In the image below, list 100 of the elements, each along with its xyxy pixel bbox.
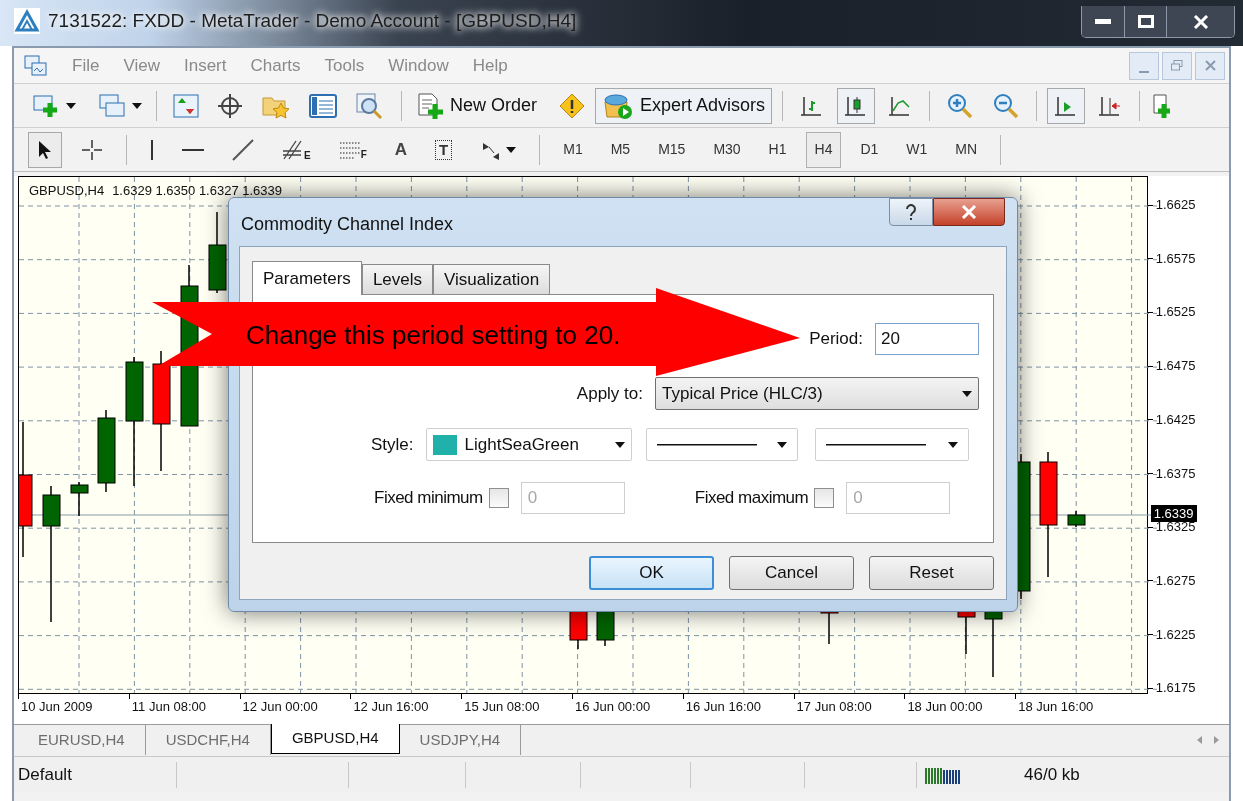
time-label: 16 Jun 00:00 [575, 698, 651, 716]
hatched-lines-icon [282, 138, 304, 161]
app-logo-icon [14, 8, 40, 34]
crosshair-icon [217, 92, 243, 119]
time-label: 17 Jun 08:00 [796, 698, 872, 716]
chart-type-button[interactable] [837, 87, 876, 124]
mdi-minimize-button[interactable] [1129, 51, 1159, 80]
restore-icon [1171, 60, 1183, 71]
timeframe-button[interactable]: W1 [897, 131, 937, 168]
time-label: 12 Jun 16:00 [353, 698, 429, 716]
price-label: 1.6575 [1155, 249, 1196, 268]
dropdown-caret-icon [66, 102, 76, 109]
dialog-button[interactable]: OK [589, 556, 714, 590]
dotted-levels-icon [338, 139, 361, 160]
time-label: 18 Jun 16:00 [1018, 698, 1094, 716]
window-title: 7131522: FXDD - MetaTrader - Demo Account - [GBPUSD,H4] [48, 9, 577, 33]
callout-text: Change this period setting to 20. [246, 319, 621, 352]
time-label: 12 Jun 00:00 [242, 698, 318, 716]
dialog-button[interactable]: Reset [869, 556, 994, 590]
apply-to-select[interactable]: Typical Price (HLC/3) [655, 377, 979, 410]
close-icon [961, 205, 977, 219]
minimize-icon [1139, 70, 1149, 73]
chart-scroll-button[interactable] [1047, 87, 1086, 124]
minimize-icon [1095, 19, 1111, 24]
time-label: 10 Jun 2009 [21, 698, 93, 716]
text-tool[interactable]: A [385, 131, 417, 168]
close-button[interactable] [1166, 6, 1234, 37]
dialog-tab[interactable]: Parameters [252, 261, 362, 295]
period-label: Period: [809, 328, 863, 351]
timeframe-button[interactable]: M30 [704, 131, 750, 168]
timeframe-button[interactable]: H4 [805, 131, 842, 168]
traffic-status: 46/0 kb [1024, 763, 1080, 786]
crosshair-icon [81, 138, 103, 161]
chart-ohlc-values: 1.6329 1.6350 1.6327 1.6339 [112, 182, 283, 200]
dropdown-caret-icon [614, 441, 625, 448]
price-label: 1.6375 [1155, 464, 1196, 483]
windows-icon [98, 92, 128, 119]
cursor-icon [37, 139, 53, 160]
timeframe-button[interactable]: MN [946, 131, 987, 168]
price-label: 1.6175 [1155, 679, 1196, 698]
color-select[interactable]: LightSeaGreen [425, 428, 632, 461]
minimize-button[interactable] [1082, 6, 1124, 37]
candle [70, 481, 89, 517]
chart-tab[interactable]: GBPUSD,H4 [270, 724, 400, 754]
mdi-close-button[interactable] [1195, 51, 1225, 80]
timeframe-button[interactable]: H1 [759, 131, 796, 168]
dialog-button[interactable]: Cancel [729, 556, 854, 590]
chart-tab[interactable]: USDJPY,H4 [399, 725, 522, 755]
fixed-limit-label: Fixed maximum [694, 487, 809, 510]
solid-line-icon [825, 443, 926, 446]
price-label: 1.6275 [1155, 571, 1196, 590]
current-price-label: 1.6339 [1150, 505, 1197, 522]
chart-shift-icon [1098, 94, 1123, 117]
time-label: 16 Jun 16:00 [685, 698, 761, 716]
timeframe-button[interactable]: M1 [554, 131, 592, 168]
zoom-in-icon [946, 91, 975, 120]
dropdown-caret-icon [962, 390, 972, 397]
horizontal-line-icon [182, 147, 204, 152]
chart-window-icon [24, 54, 48, 77]
templates-button[interactable] [1150, 91, 1173, 120]
vertical-line-icon [150, 138, 154, 161]
chart-tab[interactable]: USDCHF,H4 [145, 725, 271, 755]
dialog-tab[interactable]: Visualization [433, 264, 551, 294]
line-width-select[interactable] [814, 428, 969, 461]
fibo-channel-tool[interactable]: E [273, 131, 320, 168]
time-label: 11 Jun 08:00 [131, 698, 206, 716]
help-button[interactable] [889, 198, 933, 226]
trend-line-icon [232, 138, 254, 161]
dialog-tab[interactable]: Levels [361, 264, 433, 294]
drawing-tool-button[interactable] [28, 131, 62, 168]
time-label: 18 Jun 00:00 [907, 698, 983, 716]
price-label: 1.6475 [1155, 357, 1196, 376]
dialog-close-button[interactable] [933, 198, 1005, 226]
expert-advisors-icon [602, 91, 635, 120]
fibo-tool[interactable]: F [329, 131, 376, 168]
price-label: 1.6225 [1155, 625, 1196, 644]
maximize-button[interactable] [1124, 6, 1166, 37]
magnifier-icon [355, 91, 385, 120]
timeframe-button[interactable]: M15 [649, 131, 695, 168]
close-icon [1192, 14, 1209, 29]
expert-advisors-button[interactable]: Expert Advisors [595, 87, 773, 124]
candle [1067, 510, 1086, 528]
timeframe-button[interactable]: D1 [851, 131, 888, 168]
line-style-select[interactable] [645, 428, 798, 461]
time-label: 15 Jun 08:00 [464, 698, 540, 716]
up-down-arrows-icon [173, 93, 199, 118]
maximize-icon [1137, 15, 1154, 28]
list-window-icon [309, 93, 337, 118]
help-icon [905, 203, 917, 221]
mdi-restore-button[interactable] [1162, 51, 1192, 80]
price-label: 1.6525 [1155, 303, 1196, 322]
template-icon [1152, 91, 1171, 120]
chart-tab[interactable]: EURUSD,H4 [18, 725, 146, 755]
timeframe-button[interactable]: M5 [601, 131, 640, 168]
dialog-title: Commodity Channel Index [241, 213, 454, 236]
connection-bars-icon [925, 765, 963, 784]
period-field[interactable]: 20 [875, 323, 979, 355]
text-label-tool[interactable]: T [426, 131, 462, 168]
new-order-button[interactable]: New Order [412, 91, 542, 120]
dropdown-caret-icon [506, 146, 517, 153]
